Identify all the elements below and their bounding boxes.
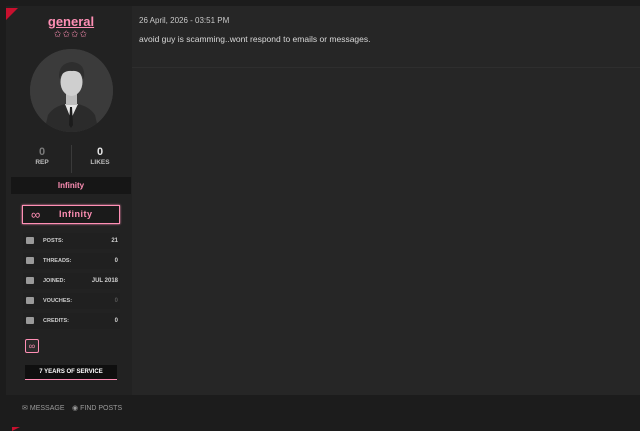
message-label: MESSAGE xyxy=(29,405,65,412)
info-row-vouches: VOUCHES: 0 xyxy=(23,293,120,309)
message-button[interactable]: ✉ MESSAGE xyxy=(22,404,65,412)
info-value: 0 xyxy=(114,298,118,304)
post-divider xyxy=(132,67,640,68)
find-posts-button[interactable]: ◉ FIND POSTS xyxy=(72,404,122,412)
eye-icon: ◉ xyxy=(72,405,79,412)
likes-label: LIKES xyxy=(90,159,110,166)
avatar-silhouette-icon xyxy=(30,49,113,132)
info-label: JOINED: xyxy=(43,278,66,284)
info-label: THREADS: xyxy=(43,258,72,264)
infinity-award-icon[interactable]: ∞ xyxy=(25,339,39,353)
info-row-posts: POSTS: 21 xyxy=(23,233,120,249)
stat-divider xyxy=(71,145,72,173)
likes-value: 0 xyxy=(96,146,104,158)
infinity-icon: ∞ xyxy=(31,207,41,222)
post-message: avoid guy is scamming..wont respond to e… xyxy=(139,34,371,44)
user-rank: Infinity xyxy=(11,177,131,194)
infinity-badge: ∞ Infinity xyxy=(22,205,120,224)
info-label: CREDITS: xyxy=(43,318,69,324)
username-link[interactable]: general xyxy=(11,14,131,29)
envelope-icon: ✉ xyxy=(22,405,28,412)
rep-value: 0 xyxy=(38,146,46,158)
info-value: JUL 2018 xyxy=(91,278,118,284)
book-icon xyxy=(26,257,34,264)
corner-marker-bottom xyxy=(12,427,20,431)
rep-label: REP xyxy=(35,159,49,166)
info-value: 0 xyxy=(114,318,118,324)
money-icon xyxy=(26,317,34,324)
info-label: POSTS: xyxy=(43,238,64,244)
service-badge: 7 YEARS OF SERVICE xyxy=(25,365,117,380)
post-date: 26 April, 2026 - 03:51 PM xyxy=(139,16,230,25)
calendar-icon xyxy=(26,277,34,284)
find-posts-label: FIND POSTS xyxy=(80,405,123,412)
info-value: 0 xyxy=(114,258,118,264)
info-row-credits: CREDITS: 0 xyxy=(23,313,120,329)
user-stars: ✩✩✩✩ xyxy=(53,29,89,39)
badge-label: Infinity xyxy=(59,209,93,219)
avatar[interactable] xyxy=(30,49,113,132)
info-value: 21 xyxy=(111,238,118,244)
info-row-joined: JOINED: JUL 2018 xyxy=(23,273,120,289)
info-row-threads: THREADS: 0 xyxy=(23,253,120,269)
info-label: VOUCHES: xyxy=(43,298,73,304)
chat-bubbles-icon xyxy=(26,237,34,244)
thumbs-up-icon xyxy=(26,297,34,304)
